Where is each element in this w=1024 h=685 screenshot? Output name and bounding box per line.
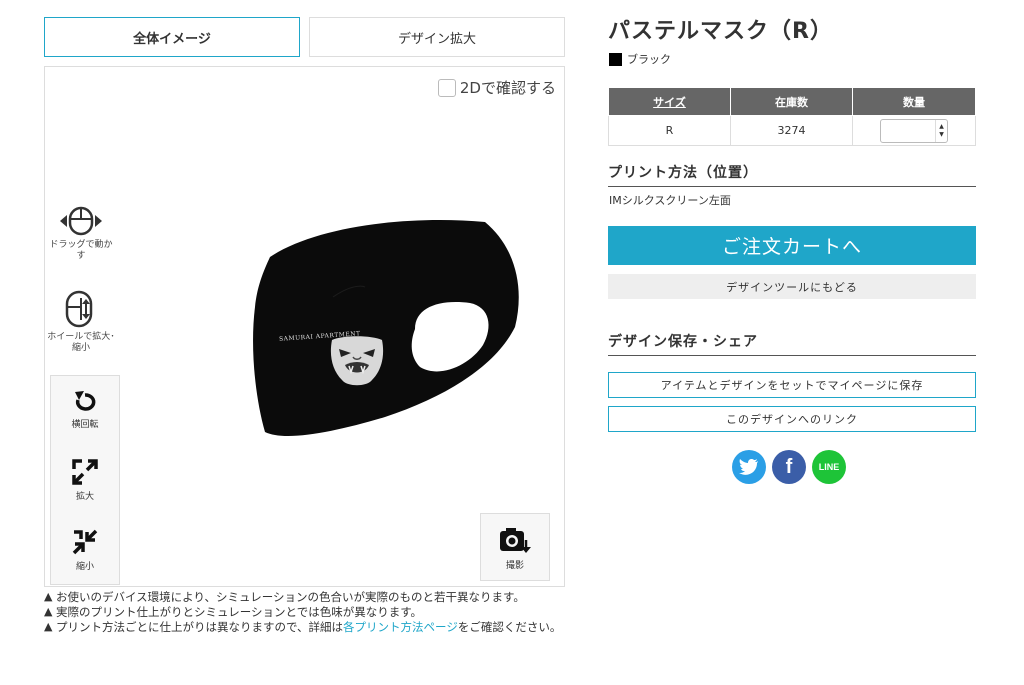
quantity-stepper[interactable]: ▲ ▼ bbox=[880, 118, 948, 143]
warning-icon: ▲ bbox=[44, 620, 53, 633]
table-row: R 3274 ▲ ▼ bbox=[608, 115, 976, 146]
stock-table: サイズ 在庫数 数量 R 3274 ▲ ▼ bbox=[608, 87, 976, 146]
facebook-share-button[interactable]: f bbox=[772, 450, 806, 484]
color-swatch bbox=[609, 52, 622, 66]
mouse-drag-icon bbox=[60, 206, 102, 236]
note-print-method: ▲ プリント方法ごとに仕上がりは異なりますので、詳細は各プリント方法ページをご確… bbox=[44, 620, 562, 634]
mask-image bbox=[253, 220, 519, 437]
header-stock: 在庫数 bbox=[730, 87, 853, 116]
rotate-button[interactable]: 横回転 bbox=[51, 390, 119, 430]
disclaimer-notes: ▲ お使いのデバイス環境により、シミュレーションの色合いが実際のものと若干異なり… bbox=[44, 591, 565, 636]
shrink-icon bbox=[72, 529, 98, 555]
header-size[interactable]: サイズ bbox=[608, 87, 731, 116]
rotate-icon bbox=[75, 391, 96, 411]
toggle-2d-view[interactable]: 2Dで確認する bbox=[437, 77, 556, 98]
viewer-controls: 横回転 拡大 縮小 bbox=[50, 375, 120, 585]
cell-size: R bbox=[608, 115, 731, 146]
mouse-wheel-icon bbox=[65, 290, 93, 328]
order-cart-button[interactable]: ご注文カートへ bbox=[608, 226, 976, 265]
print-method-page-link[interactable]: 各プリント方法ページ bbox=[343, 620, 458, 634]
expand-icon bbox=[72, 459, 98, 485]
toggle-2d-label: 2Dで確認する bbox=[459, 79, 556, 97]
view-tabs: 全体イメージ デザイン拡大 bbox=[44, 17, 565, 57]
back-to-design-tool-button[interactable]: デザインツールにもどる bbox=[608, 274, 976, 299]
zoom-in-button[interactable]: 拡大 bbox=[51, 458, 119, 502]
print-method-heading: プリント方法（位置） bbox=[608, 162, 976, 187]
share-buttons: f LINE bbox=[732, 450, 846, 484]
toggle-2d-checkbox[interactable] bbox=[437, 78, 456, 97]
header-quantity: 数量 bbox=[852, 87, 976, 116]
screenshot-button[interactable]: 撮影 bbox=[480, 513, 550, 581]
cell-quantity: ▲ ▼ bbox=[852, 115, 976, 146]
line-icon: LINE bbox=[818, 462, 840, 472]
camera-download-icon bbox=[500, 528, 531, 553]
screenshot-label: 撮影 bbox=[505, 561, 524, 571]
print-method-value: IMシルクスクリーン左面 bbox=[609, 194, 731, 207]
save-to-mypage-button[interactable]: アイテムとデザインをセットでマイページに保存 bbox=[608, 372, 976, 398]
line-share-button[interactable]: LINE bbox=[812, 450, 846, 484]
wheel-hint: ホイールで拡大･縮小 bbox=[46, 289, 116, 354]
zoom-out-label: 縮小 bbox=[75, 562, 94, 572]
stepper-up-icon[interactable]: ▲ bbox=[939, 123, 944, 131]
stock-table-header: サイズ 在庫数 数量 bbox=[608, 87, 976, 116]
twitter-bird-icon bbox=[739, 459, 758, 475]
tab-overall-image[interactable]: 全体イメージ bbox=[44, 17, 300, 57]
product-title: パステルマスク（R） bbox=[608, 19, 833, 44]
design-link-button[interactable]: このデザインへのリンク bbox=[608, 406, 976, 432]
rotate-label: 横回転 bbox=[71, 420, 99, 430]
save-share-heading: デザイン保存・シェア bbox=[608, 331, 976, 356]
note-color-difference: ▲ お使いのデバイス環境により、シミュレーションの色合いが実際のものと若干異なり… bbox=[44, 590, 525, 604]
facebook-icon: f bbox=[785, 455, 793, 478]
cell-stock: 3274 bbox=[730, 115, 853, 146]
stepper-arrows[interactable]: ▲ ▼ bbox=[935, 119, 947, 142]
color-name: ブラック bbox=[627, 53, 671, 66]
wheel-hint-label: ホイールで拡大･縮小 bbox=[47, 332, 115, 353]
note-print-color: ▲ 実際のプリント仕上がりとシミュレーションとでは色味が異なります。 bbox=[44, 605, 423, 619]
color-indicator: ブラック bbox=[609, 51, 671, 67]
stepper-down-icon[interactable]: ▼ bbox=[939, 131, 944, 139]
zoom-out-button[interactable]: 縮小 bbox=[51, 528, 119, 572]
twitter-share-button[interactable] bbox=[732, 450, 766, 484]
warning-icon: ▲ bbox=[44, 605, 53, 618]
mask-3d-model[interactable]: SAMURAI APARTMENT bbox=[215, 217, 525, 447]
zoom-in-label: 拡大 bbox=[75, 492, 94, 502]
drag-hint-label: ドラッグで動かす bbox=[49, 240, 113, 261]
drag-hint: ドラッグで動かす bbox=[46, 205, 116, 262]
product-3d-viewer[interactable]: 2Dで確認する ドラッグで動かす ホイールで拡大･縮小 横回転 拡大 縮小 SA… bbox=[44, 66, 565, 587]
tab-design-zoom[interactable]: デザイン拡大 bbox=[309, 17, 565, 57]
warning-icon: ▲ bbox=[44, 590, 53, 603]
